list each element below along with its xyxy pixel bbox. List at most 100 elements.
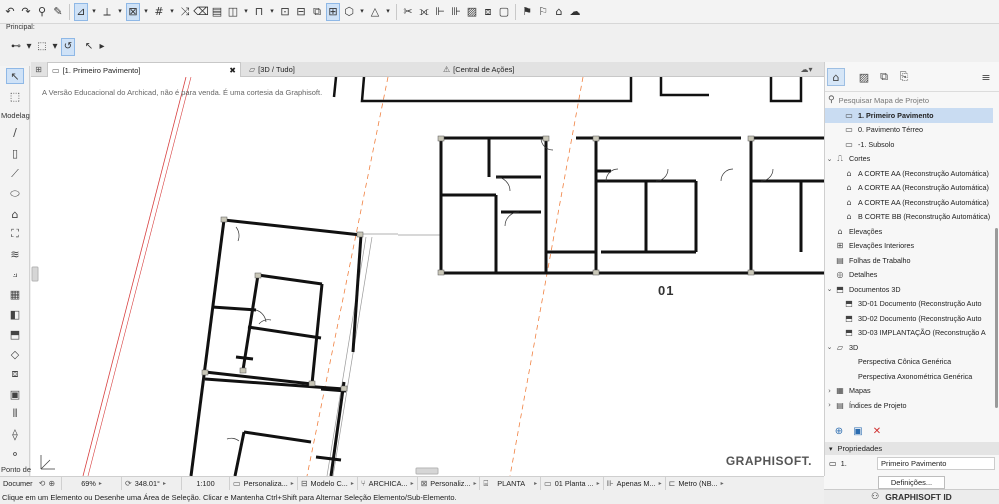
chevron-down-icon[interactable]: ⌄	[825, 285, 834, 293]
zoom-field[interactable]: 69% ▸	[62, 477, 123, 490]
tab-overview-icon[interactable]: ⊞	[33, 62, 47, 77]
chevron-down-icon[interactable]: ▾	[142, 3, 150, 21]
magic-wand-icon[interactable]: ⚲	[35, 3, 49, 21]
adjust-icon[interactable]: ⧈	[481, 3, 495, 21]
redo-icon[interactable]: ↷	[19, 3, 33, 21]
tree-folder-maps[interactable]: › ▦ Mapas	[825, 384, 993, 399]
new-folder-icon[interactable]: ▣	[850, 424, 866, 438]
stair-tool-icon[interactable]: ⟓	[6, 266, 24, 282]
tree-item-perspective[interactable]: Perspectiva Cônica Genérica	[825, 355, 993, 370]
morph-tool-icon[interactable]: ⟠	[6, 426, 24, 442]
renovation-field[interactable]: ⊪ Apenas M... ▸	[604, 477, 666, 490]
fill-icon[interactable]: ▨	[465, 3, 479, 21]
triangle-tool-icon[interactable]: △	[368, 3, 382, 21]
tree-item-story-0[interactable]: ▭ 0. Pavimento Térreo	[825, 123, 993, 138]
align-icon[interactable]: ⊩	[433, 3, 447, 21]
chevron-right-icon[interactable]: ›	[825, 387, 834, 395]
close-icon[interactable]: ✖	[229, 66, 236, 75]
tree-folder-interior-elevations[interactable]: ⊞ Elevações Interiores	[825, 239, 993, 254]
grid-snap-icon[interactable]: #	[152, 3, 166, 21]
plan-view-field[interactable]: ▭ 01 Planta ... ▸	[541, 477, 604, 490]
layer-combination-field[interactable]: ▭ Personaliza... ▸	[230, 477, 298, 490]
chevron-down-icon[interactable]: ▾	[829, 445, 833, 453]
tree-folder-worksheets[interactable]: ▤ Folhas de Trabalho	[825, 253, 993, 268]
wall-tool-icon[interactable]: ∕	[6, 124, 24, 140]
publisher-icon[interactable]: ⎘	[895, 68, 913, 86]
tree-folder-details[interactable]: ◎ Detalhes	[825, 268, 993, 283]
chevron-down-icon[interactable]: ▾	[358, 3, 366, 21]
view-map-icon[interactable]: ▨	[855, 68, 873, 86]
tab-floor-plan[interactable]: ▭ [1. Primeiro Pavimento] ✖	[47, 62, 241, 77]
beam-tool-icon[interactable]: ⟋	[6, 166, 24, 182]
chevron-down-icon[interactable]: ▾	[384, 3, 392, 21]
chevron-down-icon[interactable]: ▾	[90, 3, 98, 21]
chevron-down-icon[interactable]: ▾	[268, 3, 276, 21]
properties-header[interactable]: ▾ Propriedades	[825, 442, 999, 455]
model-view-field[interactable]: ⊟ Modelo C... ▸	[298, 477, 358, 490]
split-icon[interactable]: ⟗	[417, 3, 431, 21]
window-tool-icon[interactable]: ⬒	[6, 326, 24, 342]
marquee-icon[interactable]: ⊞	[326, 2, 340, 21]
undo-icon[interactable]: ↶	[3, 3, 17, 21]
roof-tool-icon[interactable]: ⌂	[6, 206, 24, 222]
arrow-select-icon[interactable]: ↖	[6, 68, 24, 84]
chevron-down-icon[interactable]: ▾	[242, 3, 250, 21]
tab-menu[interactable]: ☁▾	[793, 62, 823, 77]
chevron-right-icon[interactable]: ▸	[98, 38, 106, 56]
selection-area-icon[interactable]: ⬚	[35, 38, 49, 56]
tree-folder-indexes[interactable]: › ▤ Índices de Projeto	[825, 398, 993, 410]
tree-folder-3d[interactable]: ⌄ ▱ 3D	[825, 340, 993, 355]
tree-item-axonometry[interactable]: Perspectiva Axonométrica Genérica	[825, 369, 993, 384]
trace-icon[interactable]: ◫	[226, 3, 240, 21]
lock-icon[interactable]: ⊓	[252, 3, 266, 21]
shell-tool-icon[interactable]: ⛶	[6, 226, 24, 242]
navigator-search[interactable]: ⚲ Pesquisar Mapa de Projeto	[828, 93, 998, 107]
window-icon[interactable]: ▢	[497, 3, 511, 21]
tree-item-story-1[interactable]: ▭ 1. Primeiro Pavimento	[825, 108, 993, 123]
tree-item-section[interactable]: ⌂ A CORTE AA (Reconstrução Automática)	[825, 166, 993, 181]
story-name-field[interactable]: Primeiro Pavimento	[877, 457, 995, 470]
tree-scrollbar[interactable]	[995, 228, 998, 408]
tree-item-3d-document[interactable]: ⬒ 3D-03 IMPLANTAÇÃO (Reconstrução A	[825, 326, 993, 341]
scale-field[interactable]: 1:100	[182, 477, 231, 490]
delete-icon[interactable]: ✕	[869, 424, 885, 438]
chevron-right-icon[interactable]: ›	[825, 401, 834, 409]
drawing-canvas[interactable]: A Versão Educacional do Archicad, não é …	[31, 77, 824, 476]
chevron-down-icon[interactable]: ▾	[51, 38, 59, 56]
chevron-down-icon[interactable]: ▾	[116, 3, 124, 21]
object-tool-icon[interactable]: ⧈	[6, 366, 24, 382]
project-map-icon[interactable]: ⌂	[827, 68, 845, 86]
layout-book-icon[interactable]: ⧉	[875, 68, 893, 86]
distribute-icon[interactable]: ⊪	[449, 3, 463, 21]
skylight-tool-icon[interactable]: ◇	[6, 346, 24, 362]
railing-tool-icon[interactable]: ⫴	[6, 406, 24, 422]
dimension-field[interactable]: ⊏ Metro (NB... ▸	[666, 477, 727, 490]
flag-add-icon[interactable]: ⚐	[536, 3, 550, 21]
definitions-button[interactable]: Definições...	[877, 476, 946, 489]
graphisoft-id-bar[interactable]: ⚇ GRAPHISOFT ID	[824, 489, 999, 504]
cloud-icon[interactable]: ☁	[568, 3, 582, 21]
ungroup-icon[interactable]: ⊟	[294, 3, 308, 21]
undo-zoom-button[interactable]: ⟲ ⊕	[36, 477, 63, 490]
curtain-wall-icon[interactable]: ▦	[6, 286, 24, 302]
hamburger-menu-icon[interactable]: ≡	[977, 68, 995, 86]
pen-set-field[interactable]: ⑂ ARCHICA... ▸	[358, 477, 418, 490]
tree-folder-3d-documents[interactable]: ⌄ ⬒ Documentos 3D	[825, 282, 993, 297]
view-type-field[interactable]: ⌸ PLANTA ▸	[480, 477, 542, 490]
add-view-icon[interactable]: ⊕	[831, 424, 847, 438]
message-icon[interactable]: ⌂	[552, 3, 566, 21]
tree-item-3d-document[interactable]: ⬒ 3D-01 Documento (Reconstrução Auto	[825, 297, 993, 312]
tab-3d[interactable]: ▱ [3D / Tudo]	[245, 62, 435, 77]
mesh-tool-icon[interactable]: ≋	[6, 246, 24, 262]
tree-item-section[interactable]: ⌂ A CORTE AA (Reconstrução Automática)	[825, 195, 993, 210]
marquee-select-icon[interactable]: ⬚	[6, 88, 24, 104]
slab-tool-icon[interactable]: ⬭	[6, 186, 24, 202]
guide-lines-icon[interactable]: ⊿	[74, 2, 88, 21]
eraser-icon[interactable]: ⌫	[193, 3, 209, 21]
arrow-tool-icon[interactable]: ↖	[82, 38, 96, 56]
snap-guides-icon[interactable]: ⊠	[126, 2, 140, 21]
tracker-icon[interactable]: ⟂	[100, 3, 114, 21]
chevron-down-icon[interactable]: ⌄	[825, 343, 834, 351]
group-icon[interactable]: ⊡	[278, 3, 292, 21]
bring-forward-icon[interactable]: ⧉	[310, 3, 324, 21]
